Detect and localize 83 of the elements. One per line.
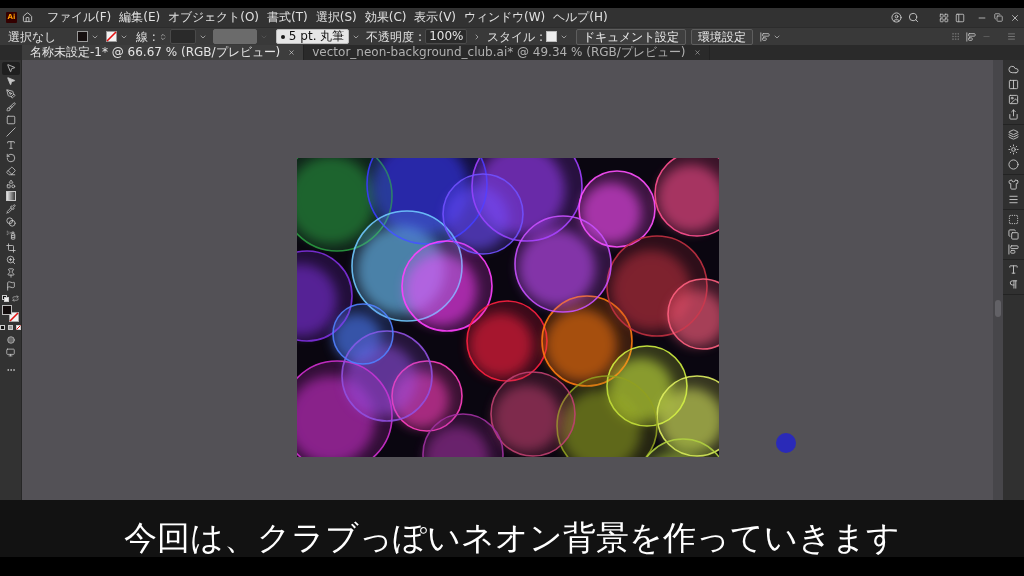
align-icon[interactable] (1008, 244, 1019, 255)
search-icon[interactable] (908, 12, 919, 23)
selection-arrow-icon (5, 63, 16, 74)
shirt-icon[interactable] (1008, 179, 1019, 190)
dashed-square-icon[interactable] (1008, 214, 1019, 225)
style-swatch-icon[interactable] (546, 31, 557, 42)
solid-color-icon[interactable] (0, 325, 5, 331)
menu-item[interactable]: ヘルプ(H) (549, 8, 612, 27)
image-icon[interactable] (1008, 94, 1019, 105)
overlapping-squares-icon[interactable] (1008, 229, 1019, 240)
home-icon[interactable] (22, 12, 33, 23)
lines-icon[interactable] (1008, 194, 1019, 205)
layers-icon[interactable] (1008, 129, 1019, 140)
sun-icon[interactable] (1008, 144, 1019, 155)
menu-item[interactable]: 選択(S) (311, 8, 361, 27)
stroke-label: 線 : (136, 29, 156, 44)
draw-mode-icon[interactable] (6, 336, 15, 345)
eyedropper-icon (5, 204, 16, 215)
menu-item[interactable]: 書式(T) (263, 8, 312, 27)
arrow-icon (5, 76, 16, 87)
style-label: スタイル : (487, 29, 543, 44)
menu-item[interactable]: 効果(C) (360, 8, 411, 27)
pin-icon (5, 268, 16, 279)
zoom-icon (5, 255, 16, 266)
rectangle-icon (5, 114, 16, 125)
menu-item[interactable]: 編集(E) (115, 8, 165, 27)
type-icon (5, 140, 16, 151)
blend-icon (5, 216, 16, 227)
grip-icon[interactable] (951, 32, 960, 41)
close-icon[interactable] (288, 49, 296, 56)
align-icon[interactable] (760, 31, 770, 42)
gradient-icon[interactable] (8, 325, 13, 331)
pen-icon (5, 89, 16, 99)
selection-status: 選択なし (8, 29, 56, 44)
user-icon[interactable] (891, 12, 902, 23)
opacity-label: 不透明度 : (366, 29, 423, 44)
scroll-thumb[interactable] (995, 300, 1001, 317)
close-icon[interactable] (693, 49, 701, 56)
profile-field[interactable] (212, 29, 257, 44)
toolbar-button[interactable]: 環境設定 (691, 28, 753, 45)
panel-icon[interactable] (955, 12, 965, 23)
fill-swatch-icon[interactable] (2, 305, 12, 316)
stroke-swatch-icon[interactable] (106, 31, 117, 42)
gradient-square-icon (5, 191, 16, 202)
spinner-icon[interactable] (158, 32, 167, 41)
line-icon (5, 127, 16, 138)
share-icon[interactable] (1008, 109, 1019, 120)
fill-swatch-icon[interactable] (77, 31, 88, 42)
menu-item[interactable]: 表示(V) (410, 8, 461, 27)
tool-button[interactable] (1, 62, 20, 75)
menu-item[interactable]: ウィンドウ(W) (460, 8, 550, 27)
restore-icon[interactable] (994, 13, 1003, 22)
cursor-dot-icon (776, 433, 796, 453)
type-icon[interactable] (1008, 264, 1019, 275)
stroke-weight-field[interactable] (169, 29, 196, 44)
brush-dropdown[interactable]: 5 pt. 丸筆 (275, 29, 350, 44)
pilcrow-icon[interactable] (1008, 279, 1019, 290)
spray-can-icon (5, 229, 16, 240)
none-icon[interactable] (16, 325, 21, 331)
vertical-scrollbar[interactable] (993, 60, 1003, 500)
menu-item[interactable]: オブジェクト(O) (164, 8, 264, 27)
crop-icon (5, 242, 16, 253)
close-icon[interactable] (1010, 12, 1020, 23)
menu-item[interactable]: ファイル(F) (43, 8, 116, 27)
subtitle-text: 今回は、クラブっぽいネオン背景を作っていきます (124, 520, 900, 556)
brush-icon (5, 101, 16, 112)
flag-icon (5, 280, 16, 291)
dot-icon (280, 34, 285, 39)
document-tab[interactable]: 名称未設定-1* @ 66.67 % (RGB/プレビュー) (22, 45, 305, 60)
toolbar-button[interactable]: ドキュメント設定 (576, 28, 686, 45)
eraser-icon (5, 165, 16, 176)
cloud-icon[interactable] (1008, 64, 1019, 75)
circle-icon[interactable] (1008, 159, 1019, 170)
grid-icon[interactable] (939, 12, 949, 23)
shapes-icon (5, 178, 16, 189)
align-icon[interactable] (966, 31, 976, 42)
swap-icon[interactable] (12, 295, 19, 303)
menu-icon[interactable] (1007, 32, 1016, 41)
columns-icon[interactable] (1008, 79, 1019, 90)
screen-mode-icon[interactable] (6, 348, 15, 358)
rotate-icon (5, 152, 16, 163)
default-colors-icon[interactable] (2, 295, 9, 303)
opacity-field[interactable]: 100% (425, 29, 468, 44)
